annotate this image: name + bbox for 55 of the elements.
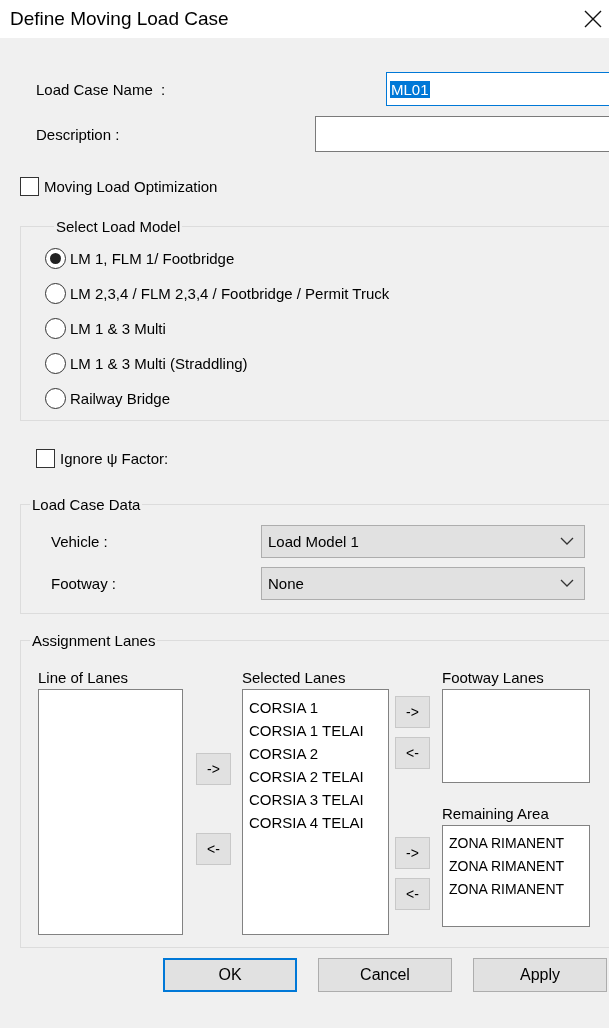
chevron-down-icon bbox=[560, 537, 574, 545]
move-button[interactable]: -> bbox=[395, 837, 430, 869]
list-item[interactable]: CORSIA 1 bbox=[249, 696, 388, 719]
radio-label: Railway Bridge bbox=[70, 390, 171, 407]
close-icon[interactable] bbox=[583, 9, 603, 29]
radio-button[interactable] bbox=[45, 248, 66, 269]
list-item[interactable]: CORSIA 3 TELAI bbox=[249, 788, 388, 811]
group-title: Assignment Lanes bbox=[31, 632, 157, 649]
list-caption: Remaining Area bbox=[442, 803, 550, 824]
move-button[interactable]: -> bbox=[196, 753, 231, 785]
group-title: Select Load Model bbox=[55, 218, 182, 235]
list-box[interactable] bbox=[442, 689, 590, 783]
checkbox[interactable] bbox=[36, 449, 55, 468]
list-item[interactable]: CORSIA 2 bbox=[249, 742, 388, 765]
chevron-down-icon bbox=[560, 579, 574, 587]
checkbox-label: Moving Load Optimization bbox=[44, 178, 218, 195]
list-caption: Selected Lanes bbox=[242, 667, 347, 688]
window-title: Define Moving Load Case bbox=[10, 8, 229, 30]
list-box[interactable]: CORSIA 1 CORSIA 1 TELAI CORSIA 2 CORSIA 2 TELAI CORSIA 3 TELAI CORSIA 4 TELAI bbox=[242, 689, 389, 935]
text-field[interactable]: ML01 bbox=[386, 72, 609, 106]
list-item[interactable]: CORSIA 4 TELAI bbox=[249, 811, 388, 834]
field-label: Description : bbox=[36, 125, 121, 143]
radio-label: LM 1 & 3 Multi bbox=[70, 320, 166, 337]
list-box[interactable]: ZONA RIMANENT ZONA RIMANENT ZONA RIMANENT bbox=[442, 825, 590, 927]
radio-button[interactable] bbox=[45, 388, 66, 409]
checkbox[interactable] bbox=[20, 177, 39, 196]
list-item[interactable]: CORSIA 2 TELAI bbox=[249, 765, 388, 788]
dialog-button[interactable]: OK bbox=[163, 958, 297, 992]
radio-button[interactable] bbox=[45, 353, 66, 374]
list-caption: Footway Lanes bbox=[442, 667, 545, 688]
move-button[interactable]: <- bbox=[196, 833, 231, 865]
dialog-button[interactable]: Cancel bbox=[318, 958, 452, 992]
list-box[interactable] bbox=[38, 689, 183, 935]
radio-button[interactable] bbox=[45, 283, 66, 304]
dropdown[interactable]: Load Model 1 bbox=[261, 524, 585, 558]
radio-label: LM 1 & 3 Multi (Straddling) bbox=[70, 355, 248, 372]
move-button[interactable]: <- bbox=[395, 737, 430, 769]
text-field[interactable] bbox=[315, 116, 609, 152]
field-label: Vehicle : bbox=[51, 532, 109, 550]
group-title: Load Case Data bbox=[31, 496, 142, 513]
radio-label: LM 1, FLM 1/ Footbridge bbox=[70, 250, 235, 267]
list-item[interactable]: CORSIA 1 TELAI bbox=[249, 719, 388, 742]
list-item[interactable]: ZONA RIMANENT bbox=[449, 855, 589, 878]
dialog-button[interactable]: Apply bbox=[473, 958, 607, 992]
radio-button[interactable] bbox=[45, 318, 66, 339]
checkbox-label: Ignore ψ Factor: bbox=[60, 450, 169, 467]
field-label: Load Case Name : bbox=[36, 80, 167, 98]
list-caption: Line of Lanes bbox=[38, 667, 130, 688]
move-button[interactable]: <- bbox=[395, 878, 430, 910]
move-button[interactable]: -> bbox=[395, 696, 430, 728]
list-item[interactable]: ZONA RIMANENT bbox=[449, 878, 589, 901]
list-item[interactable]: ZONA RIMANENT bbox=[449, 832, 589, 855]
field-label: Footway : bbox=[51, 574, 118, 592]
dropdown[interactable]: None bbox=[261, 566, 585, 600]
radio-label: LM 2,3,4 / FLM 2,3,4 / Footbridge / Permit Truck bbox=[70, 285, 390, 302]
